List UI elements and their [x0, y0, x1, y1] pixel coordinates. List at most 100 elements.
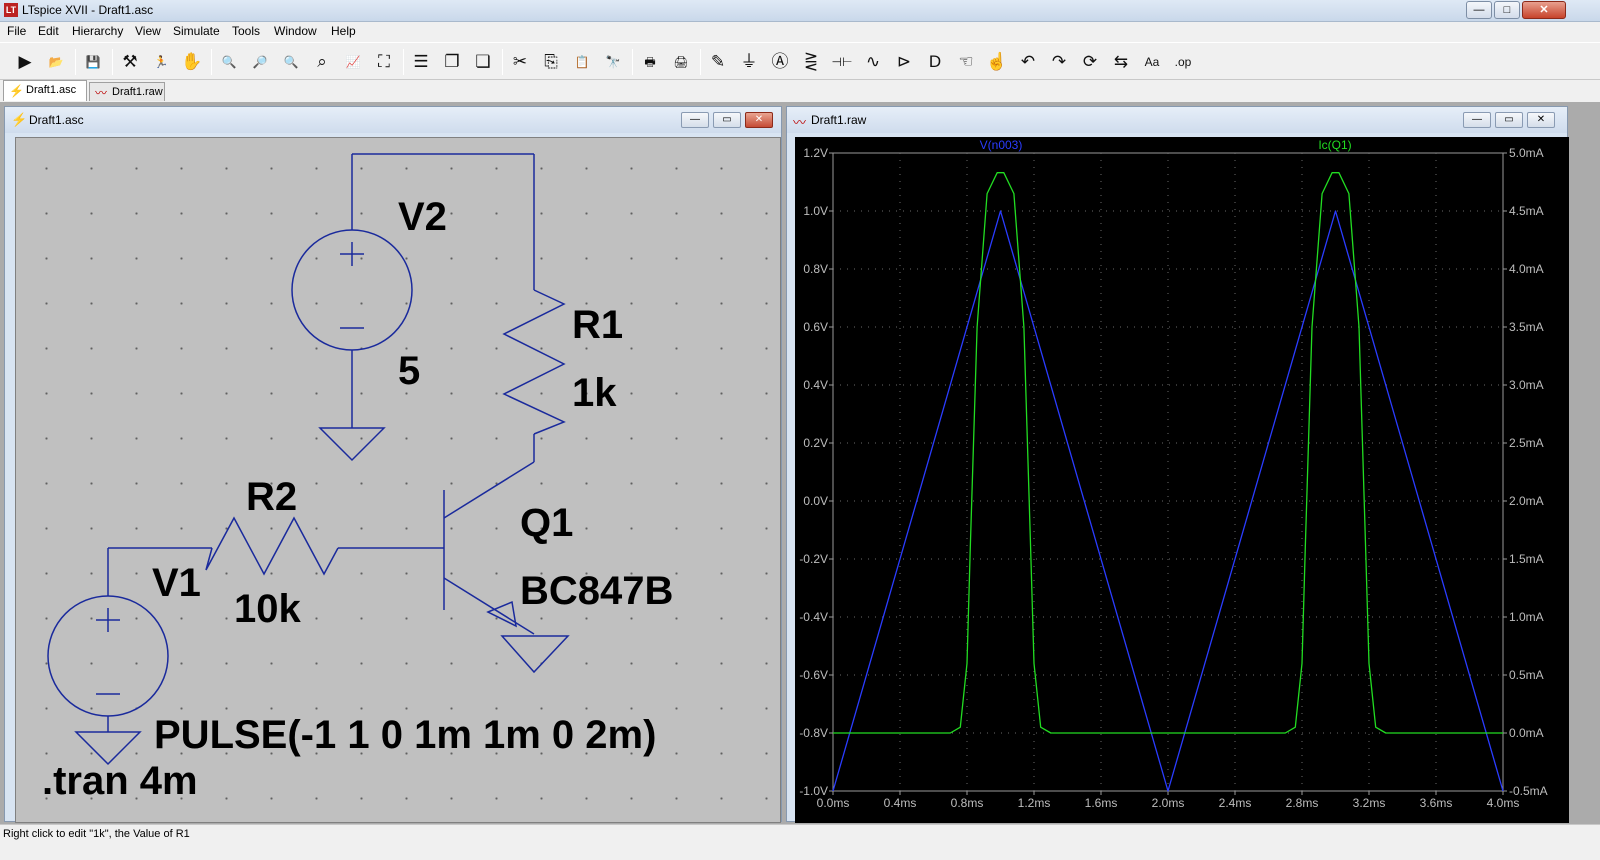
waveform-plot[interactable]: 0.0ms 0.4ms 0.8ms 1.2ms 1.6ms 2.0ms 2.4ms 2.8ms… [795, 137, 1569, 823]
minimize-button[interactable]: — [1466, 1, 1492, 19]
waveform-window-icon: 〰 [793, 115, 807, 130]
spice-directive-icon[interactable]: .op [1170, 50, 1196, 74]
open-folder-icon[interactable]: 📂 [43, 50, 69, 74]
document-tab-strip: ⚡ Draft1.asc 〰 Draft1.raw [0, 80, 1600, 102]
title-bar: LT LTspice XVII - Draft1.asc — □ ✕ [0, 0, 1600, 22]
x-tick-label: 4.0ms [1487, 796, 1520, 810]
print-icon[interactable]: 🖶 [637, 50, 663, 74]
zoom-in-icon[interactable]: 🔍 [216, 50, 242, 74]
rotate-icon[interactable]: ⟳ [1077, 50, 1103, 74]
schematic-close-button[interactable]: ✕ [745, 112, 773, 128]
tab-draft1-asc[interactable]: ⚡ Draft1.asc [3, 80, 87, 101]
y2-tick-label: 1.5mA [1509, 552, 1544, 566]
tab-label: Draft1.asc [26, 84, 77, 96]
menu-window[interactable]: Window [274, 24, 317, 38]
autorange-icon[interactable]: 📈 [340, 50, 366, 74]
ic-q1-trace-label[interactable]: Ic(Q1) [1318, 138, 1351, 152]
x-tick-label: 0.4ms [884, 796, 917, 810]
move-hand-icon[interactable]: ☜ [953, 50, 979, 74]
label-net-icon[interactable]: Ⓐ [767, 50, 793, 74]
drag-hand-icon[interactable]: ☝ [984, 50, 1010, 74]
y2-tick-label: 5.0mA [1509, 146, 1544, 160]
copy-icon[interactable]: ⎘ [538, 50, 564, 74]
r2-value-label[interactable]: 10k [234, 587, 301, 631]
schematic-window-titlebar[interactable]: ⚡ Draft1.asc — ▭ ✕ [5, 107, 781, 133]
resistor-icon[interactable]: ⋛ [798, 50, 824, 74]
ltspice-icon: LT [4, 3, 18, 17]
ground-symbol[interactable] [318, 427, 386, 462]
find-icon[interactable]: 🔭 [600, 50, 626, 74]
zoom-out-icon[interactable]: 🔍 [278, 50, 304, 74]
inductor-icon[interactable]: ∿ [860, 50, 886, 74]
redo-icon[interactable]: ↷ [1046, 50, 1072, 74]
r1-resistor-symbol[interactable] [502, 289, 566, 435]
menu-file[interactable]: File [7, 24, 26, 38]
x-tick-label: 0.8ms [951, 796, 984, 810]
y-tick-label: 0.0V [803, 494, 828, 508]
ground-symbol[interactable] [500, 635, 570, 674]
capacitor-icon[interactable]: ⊣⊢ [829, 50, 855, 74]
menu-hierarchy[interactable]: Hierarchy [72, 24, 123, 38]
v2-value-label[interactable]: 5 [398, 349, 420, 393]
y-tick-label: 0.8V [803, 262, 828, 276]
menu-help[interactable]: Help [331, 24, 356, 38]
menu-edit[interactable]: Edit [38, 24, 59, 38]
y-tick-label: -0.4V [799, 610, 828, 624]
waveform-minimize-button[interactable]: — [1463, 112, 1491, 128]
waveform-maximize-button[interactable]: ▭ [1495, 112, 1523, 128]
text-icon[interactable]: Aa [1139, 50, 1165, 74]
schematic-maximize-button[interactable]: ▭ [713, 112, 741, 128]
zoom-cancel-icon[interactable]: ⌕ [309, 50, 335, 74]
close-app-button[interactable]: ✕ [1522, 1, 1566, 19]
cascade-icon[interactable]: ❐ [439, 50, 465, 74]
y-tick-label: 1.0V [803, 204, 828, 218]
q1-model-label[interactable]: BC847B [520, 569, 673, 613]
spice-directive[interactable]: .tran 4m [42, 759, 198, 803]
halt-hand-icon[interactable]: ✋ [179, 50, 205, 74]
fit-icon[interactable]: ⛶ [371, 50, 397, 74]
menu-view[interactable]: View [135, 24, 161, 38]
r2-name-label[interactable]: R2 [246, 475, 297, 519]
x-tick-label: 1.6ms [1085, 796, 1118, 810]
r1-name-label[interactable]: R1 [572, 303, 623, 347]
toolbar-separator [75, 49, 76, 75]
v-n003-trace-label[interactable]: V(n003) [980, 138, 1023, 152]
schematic-minimize-button[interactable]: — [681, 112, 709, 128]
waveform-window: 〰 Draft1.raw — ▭ ✕ 0.0ms 0.4ms 0.8ms 1.2ms 1… [786, 106, 1569, 823]
r1-value-label[interactable]: 1k [572, 371, 617, 415]
open-schematic-icon[interactable]: ▶ [12, 50, 38, 74]
v1-name-label[interactable]: V1 [152, 561, 201, 605]
paste-icon[interactable]: 📋 [569, 50, 595, 74]
y2-tick-label: 3.0mA [1509, 378, 1544, 392]
close-windows-icon[interactable]: ❏ [470, 50, 496, 74]
toolbar-separator [112, 49, 113, 75]
v1-value-label[interactable]: PULSE(-1 1 0 1m 1m 0 2m) [154, 713, 656, 757]
save-icon[interactable]: 💾 [80, 50, 106, 74]
y-tick-label: 0.4V [803, 378, 828, 392]
undo-icon[interactable]: ↶ [1015, 50, 1041, 74]
mirror-icon[interactable]: ⇆ [1108, 50, 1134, 74]
waveform-window-titlebar[interactable]: 〰 Draft1.raw — ▭ ✕ [787, 107, 1567, 133]
schematic-window-title: Draft1.asc [29, 113, 84, 127]
cut-icon[interactable]: ✂ [507, 50, 533, 74]
waveform-close-button[interactable]: ✕ [1527, 112, 1555, 128]
draw-wire-icon[interactable]: ✎ [705, 50, 731, 74]
q1-name-label[interactable]: Q1 [520, 501, 573, 545]
component-icon[interactable]: D [922, 50, 948, 74]
schematic-canvas[interactable]: V2 5 R1 1k R2 10k V1 Q1 BC847B PULSE(-1 … [15, 137, 781, 823]
tile-horizontal-icon[interactable]: ☰ [408, 50, 434, 74]
pan-icon[interactable]: 🔎 [247, 50, 273, 74]
print-preview-icon[interactable]: 🖨 [668, 50, 694, 74]
ground-icon[interactable]: ⏚ [736, 50, 762, 74]
run-icon[interactable]: 🏃 [148, 50, 174, 74]
y2-tick-label: 0.0mA [1509, 726, 1544, 740]
tab-draft1-raw[interactable]: 〰 Draft1.raw [89, 82, 165, 101]
v2-name-label[interactable]: V2 [398, 195, 447, 239]
x-tick-label: 0.0ms [817, 796, 850, 810]
control-panel-icon[interactable]: ⚒ [117, 50, 143, 74]
menu-tools[interactable]: Tools [232, 24, 260, 38]
maximize-button[interactable]: □ [1494, 1, 1520, 19]
menu-simulate[interactable]: Simulate [173, 24, 220, 38]
r2-resistor-symbol[interactable] [205, 516, 339, 576]
diode-icon[interactable]: ⊳ [891, 50, 917, 74]
